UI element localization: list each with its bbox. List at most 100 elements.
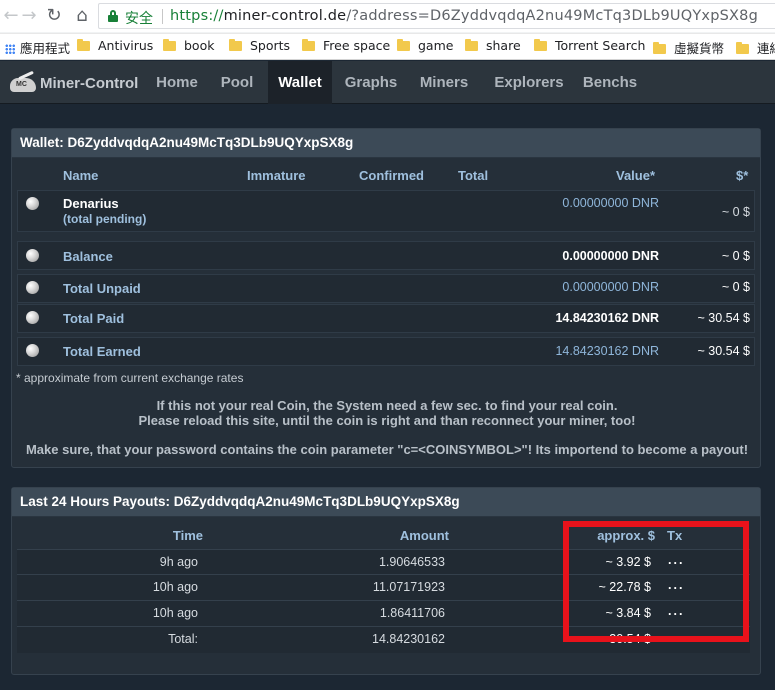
bookmarks-bar: 應用程式 Antivirus book Sports Free space ga… bbox=[0, 33, 775, 59]
folder-icon bbox=[736, 42, 749, 54]
bookmark-label: book bbox=[184, 38, 215, 53]
balance-value: 0.00000000 DNR bbox=[562, 249, 659, 263]
payouts-title: Last 24 Hours Payouts: D6ZyddvqdqA2nu49M… bbox=[12, 488, 760, 517]
bookmark-label: Sports bbox=[250, 38, 291, 53]
secure-label: 安全 bbox=[125, 11, 153, 27]
bookmark-game[interactable]: game bbox=[397, 38, 453, 53]
coin-message-line2: Please reload this site, until the coin … bbox=[138, 413, 636, 428]
payout-total-label: Total: bbox=[168, 632, 198, 646]
coin-icon bbox=[26, 281, 39, 294]
forward-icon[interactable]: → bbox=[18, 5, 40, 27]
total-earned-label: Total Earned bbox=[63, 344, 141, 359]
payout-amount: 1.90646533 bbox=[378, 555, 445, 569]
bookmark-book[interactable]: book bbox=[163, 38, 214, 53]
bookmark-free-space[interactable]: Free space bbox=[302, 38, 390, 53]
omnibox[interactable]: 安全 https://miner-control.de/?address=D6Z… bbox=[98, 3, 775, 29]
password-message: Make sure, that your password contains t… bbox=[25, 442, 749, 457]
total-unpaid-value: 0.00000000 DNR bbox=[562, 280, 659, 294]
total-earned-value: 14.84230162 DNR bbox=[555, 344, 659, 358]
omnibox-divider bbox=[162, 9, 163, 24]
total-unpaid-row: Total Unpaid 0.00000000 DNR ~ 0 $ bbox=[17, 274, 755, 303]
total-paid-label: Total Paid bbox=[63, 311, 125, 326]
payout-amount: 11.07171923 bbox=[372, 580, 445, 594]
coin-row: Denarius (total pending) 0.00000000 DNR … bbox=[17, 190, 755, 232]
bookmark-label: share bbox=[486, 38, 521, 53]
coin-usd: ~ 0 $ bbox=[721, 205, 750, 219]
nav-miners[interactable]: Miners bbox=[410, 61, 478, 104]
total-earned-row: Total Earned 14.84230162 DNR ~ 30.54 $ bbox=[17, 337, 755, 366]
folder-icon bbox=[653, 42, 666, 54]
coin-name: Denarius bbox=[63, 196, 119, 211]
payout-amount: 1.86411706 bbox=[379, 606, 445, 620]
folder-icon bbox=[229, 39, 242, 51]
col-amount: Amount bbox=[399, 528, 449, 543]
url-scheme: https:// bbox=[170, 8, 224, 24]
col-value: Value* bbox=[616, 168, 656, 183]
bookmark-links[interactable]: 連結 bbox=[736, 38, 775, 57]
coin-icon bbox=[26, 197, 39, 210]
url-text[interactable]: https://miner-control.de/?address=D6Zydd… bbox=[170, 8, 758, 24]
brand[interactable]: MC Miner-Control bbox=[8, 70, 139, 94]
pickaxe-logo-icon: MC bbox=[8, 70, 38, 94]
folder-icon bbox=[465, 39, 478, 51]
nav-pool[interactable]: Pool bbox=[210, 61, 264, 104]
url-host: miner-control.de bbox=[223, 8, 347, 24]
balance-row: Balance 0.00000000 DNR ~ 0 $ bbox=[17, 241, 755, 270]
nav-home[interactable]: Home bbox=[147, 61, 207, 104]
total-paid-row: Total Paid 14.84230162 DNR ~ 30.54 $ bbox=[17, 304, 755, 333]
payout-time: 9h ago bbox=[159, 555, 198, 569]
browser-chrome: ← → ↻ ⌂ 安全 https://miner-control.de/?add… bbox=[0, 0, 775, 60]
payout-time: 10h ago bbox=[152, 606, 198, 620]
lock-icon bbox=[108, 10, 118, 22]
total-earned-usd: ~ 30.54 $ bbox=[697, 344, 750, 358]
bookmark-torrent-search[interactable]: Torrent Search bbox=[534, 38, 645, 53]
bookmark-antivirus[interactable]: Antivirus bbox=[77, 38, 153, 53]
total-paid-usd: ~ 30.54 $ bbox=[697, 311, 750, 325]
col-total: Total bbox=[458, 168, 489, 183]
bookmark-label: Antivirus bbox=[98, 38, 154, 53]
total-paid-value: 14.84230162 DNR bbox=[555, 311, 659, 325]
apps-icon bbox=[5, 44, 15, 54]
coin-subtitle: (total pending) bbox=[63, 212, 147, 226]
coin-icon bbox=[26, 249, 39, 262]
folder-icon bbox=[77, 39, 90, 51]
footnote: * approximate from current exchange rate… bbox=[16, 371, 244, 385]
coin-icon bbox=[26, 311, 39, 324]
col-confirmed: Confirmed bbox=[359, 168, 424, 183]
bookmark-share[interactable]: share bbox=[465, 38, 521, 53]
bookmark-crypto[interactable]: 虛擬貨幣 bbox=[653, 38, 724, 57]
coin-message-line1: If this not your real Coin, the System n… bbox=[156, 398, 618, 413]
wallet-title: Wallet: D6ZyddvqdqA2nu49McTq3DLb9UQYxpSX… bbox=[12, 129, 760, 158]
wallet-panel: Wallet: D6ZyddvqdqA2nu49McTq3DLb9UQYxpSX… bbox=[11, 128, 761, 468]
bookmark-label: Torrent Search bbox=[555, 38, 646, 53]
balance-label: Balance bbox=[63, 249, 113, 264]
bookmark-sports[interactable]: Sports bbox=[229, 38, 290, 53]
bookmark-label: 連結 bbox=[757, 41, 775, 56]
payout-total-amount: 14.84230162 bbox=[372, 632, 445, 646]
nav-graphs[interactable]: Graphs bbox=[335, 61, 407, 104]
bookmark-label: Free space bbox=[323, 38, 391, 53]
nav-explorers[interactable]: Explorers bbox=[483, 61, 575, 104]
nav-benchs[interactable]: Benchs bbox=[576, 61, 644, 104]
brand-name: Miner-Control bbox=[40, 75, 139, 92]
folder-icon bbox=[397, 39, 410, 51]
folder-icon bbox=[163, 39, 176, 51]
bookmark-apps[interactable]: 應用程式 bbox=[5, 38, 70, 57]
col-immature: Immature bbox=[247, 168, 306, 183]
bookmark-label: 虛擬貨幣 bbox=[674, 41, 725, 56]
total-unpaid-label: Total Unpaid bbox=[63, 281, 141, 296]
address-bar-row: ← → ↻ ⌂ 安全 https://miner-control.de/?add… bbox=[0, 0, 775, 32]
home-icon[interactable]: ⌂ bbox=[71, 5, 93, 27]
nav-wallet[interactable]: Wallet bbox=[268, 61, 332, 104]
reload-icon[interactable]: ↻ bbox=[43, 5, 65, 27]
url-path: /?address=D6ZyddvqdqA2nu49McTq3DLb9UQYxp… bbox=[346, 8, 758, 24]
col-name: Name bbox=[63, 168, 99, 183]
folder-icon bbox=[302, 39, 315, 51]
folder-icon bbox=[534, 39, 547, 51]
bookmark-label: 應用程式 bbox=[20, 41, 71, 56]
highlight-annotation-box bbox=[563, 521, 749, 642]
coin-value: 0.00000000 DNR bbox=[562, 196, 659, 210]
bookmark-label: game bbox=[418, 38, 454, 53]
balance-usd: ~ 0 $ bbox=[721, 249, 750, 263]
col-usd: $* bbox=[736, 168, 749, 183]
